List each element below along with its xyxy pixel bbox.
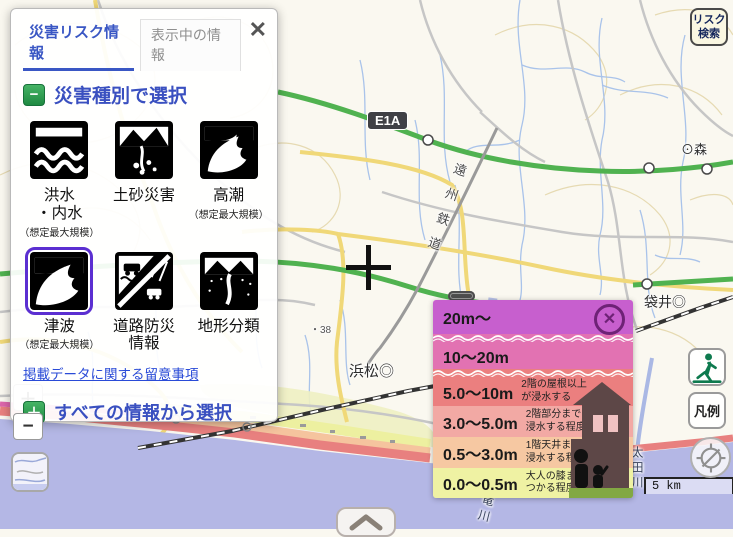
close-icon[interactable]: ✕	[249, 19, 267, 41]
hazard-label: 道路防災 情報	[113, 318, 175, 354]
hazard-label: 高潮	[213, 187, 244, 205]
data-notice-link[interactable]: 掲載データに関する留意事項	[11, 354, 277, 383]
legend-separator	[433, 334, 633, 342]
zoom-out-button[interactable]: −	[13, 413, 43, 440]
legend-row: 3.0～5.0m 2階部分まで 浸水する程度	[433, 406, 633, 437]
legend-range: 3.0～5.0m	[443, 410, 518, 434]
legend-range: 5.0～10m	[443, 380, 513, 404]
chevron-up-icon	[344, 512, 388, 532]
disaster-risk-panel: 災害リスク情報 表示中の情報 ✕ − 災害種別で選択 洪水 ・内水 （想定最大規…	[10, 8, 278, 422]
road-hazard-icon	[115, 252, 173, 310]
hazard-type-grid: 洪水 ・内水 （想定最大規模） 土砂災害	[11, 114, 277, 354]
legend-range: 20m～	[443, 305, 491, 329]
tsunami-icon	[30, 252, 88, 310]
legend-row: 10～20m	[433, 342, 633, 369]
expand-bottom-panel-button[interactable]	[336, 507, 396, 537]
legend-desc: 2階の屋根以上 が浸水する	[521, 379, 587, 404]
section-title: 災害種別で選択	[54, 81, 187, 108]
hazard-sublabel: （想定最大規模）	[19, 224, 99, 239]
hazard-storm-surge[interactable]: 高潮 （想定最大規模）	[186, 116, 271, 239]
hazard-label: 土砂災害	[113, 187, 175, 205]
tab-disaster-risk-info[interactable]: 災害リスク情報	[23, 17, 134, 71]
evacuation-site-button[interactable]	[688, 348, 726, 386]
landslide-icon	[115, 121, 173, 179]
legend-close-icon[interactable]: ✕	[594, 304, 625, 335]
legend-separator	[433, 369, 633, 377]
running-person-icon	[690, 350, 724, 384]
elevation-point-label: ・38	[310, 321, 331, 336]
legend-row: 0.5～3.0m 1階天井まで 浸水する程度	[433, 437, 633, 468]
minimap-thumbnail	[13, 454, 47, 490]
hazard-label: 洪水 ・内水	[36, 187, 83, 223]
legend-desc: 大人の膝まで つかる程度	[526, 471, 586, 496]
legend-desc: 1階天井まで 浸水する程度	[526, 440, 586, 465]
legend-row: 0.0～0.5m 大人の膝まで つかる程度	[433, 468, 633, 498]
risk-search-button[interactable]: リスク 検索	[690, 8, 728, 46]
flood-icon	[30, 121, 88, 179]
hazard-label: 地形分類	[198, 318, 260, 336]
overview-minimap-button[interactable]	[11, 452, 49, 492]
legend-range: 10～20m	[443, 344, 509, 368]
legend-range: 0.5～3.0m	[443, 441, 518, 465]
map-scale-bar: 5 km	[644, 477, 733, 494]
expressway-badge: E1A	[367, 111, 408, 130]
map-center-crosshair-icon	[346, 245, 391, 290]
legend-range: 0.0～0.5m	[443, 471, 518, 495]
storm-surge-icon	[200, 121, 258, 179]
legend-row: 5.0～10m 2階の屋根以上 が浸水する	[433, 377, 633, 406]
collapse-minus-icon[interactable]: −	[23, 84, 45, 106]
gps-crosshair-icon	[694, 441, 728, 475]
town-label-mori: ⊙森	[681, 139, 707, 158]
legend-toggle-button[interactable]: 凡例	[688, 392, 726, 429]
legend-row: 20m～ ✕	[433, 300, 633, 334]
hazard-sublabel: （想定最大規模）	[189, 206, 269, 221]
tab-displayed-info[interactable]: 表示中の情報	[140, 19, 241, 71]
current-location-button[interactable]	[690, 437, 731, 478]
hazard-road-disaster[interactable]: 道路防災 情報	[102, 247, 187, 355]
hazard-terrain[interactable]: 地形分類	[186, 247, 271, 355]
all-info-select-label[interactable]: すべての情報から選択	[54, 399, 232, 425]
hazard-flood[interactable]: 洪水 ・内水 （想定最大規模）	[17, 116, 102, 239]
panel-tabbar: 災害リスク情報 表示中の情報 ✕	[11, 9, 277, 71]
legend-desc: 2階部分まで 浸水する程度	[526, 409, 586, 434]
hazard-landslide[interactable]: 土砂災害	[102, 116, 187, 239]
terrain-icon	[200, 252, 258, 310]
hazard-sublabel: （想定最大規模）	[19, 336, 99, 351]
tsunami-depth-legend: 20m～ ✕ 10～20m 5.0～10m 2階の屋根以上 が浸水する 3.0～…	[433, 300, 633, 498]
hazard-label: 津波	[44, 318, 75, 336]
city-label-hamamatsu: 浜松◎	[349, 360, 394, 381]
city-label-fukuroi: 袋井◎	[644, 292, 686, 312]
hazard-tsunami[interactable]: 津波 （想定最大規模）	[17, 247, 102, 355]
